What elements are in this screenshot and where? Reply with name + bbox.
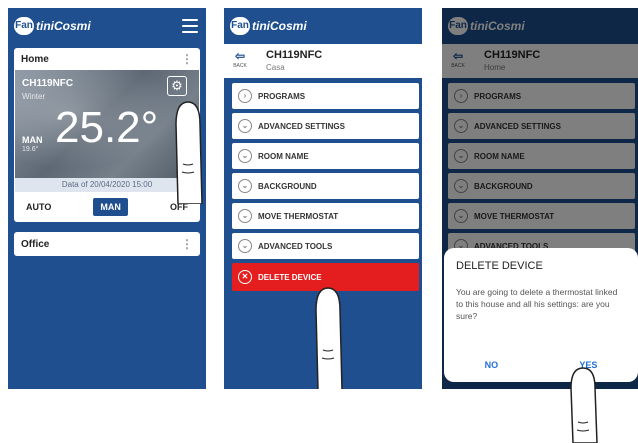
phone-delete-dialog: Fan tiniCosmi ⇦ BACK CH119NFC Home ›PROG… [442, 8, 638, 389]
pointing-hand-icon [315, 287, 343, 389]
delete-confirm-dialog: DELETE DEVICE You are going to delete a … [444, 248, 638, 382]
menu-label: ADVANCED TOOLS [258, 241, 333, 251]
back-icon: ⇦ [234, 49, 246, 63]
app-header: Fan tiniCosmi [224, 8, 422, 44]
logo-badge: Fan [230, 17, 250, 35]
chevron-down-icon: ⌄ [238, 119, 252, 133]
chevron-down-icon: ⌄ [238, 179, 252, 193]
phone-home-screen: Fan tiniCosmi Home ⋮ CH119NFC Winter 25.… [8, 8, 206, 389]
device-header: ⇦ BACK CH119NFC Casa [224, 44, 422, 78]
menu-advanced-tools[interactable]: ⌄ ADVANCED TOOLS [232, 233, 419, 259]
menu-label: BACKGROUND [258, 181, 317, 191]
menu-label: ADVANCED SETTINGS [258, 121, 345, 131]
brand-logo: Fan tiniCosmi [14, 17, 91, 35]
temperature-reading: 25.2° [55, 103, 159, 152]
setpoint-label: 19.6° [22, 146, 39, 153]
app-header: Fan tiniCosmi [8, 8, 206, 44]
dialog-actions: NO YES [444, 360, 638, 370]
chevron-down-icon: ⌄ [238, 209, 252, 223]
card-title: Office [21, 238, 50, 250]
chevron-down-icon: ⌄ [238, 239, 252, 253]
close-icon: ✕ [238, 270, 252, 284]
season-label: Winter [22, 92, 46, 101]
menu-programs[interactable]: › PROGRAMS [232, 83, 419, 109]
pointing-hand-icon [570, 367, 598, 443]
phone-device-menu: Fan tiniCosmi ⇦ BACK CH119NFC Casa › PROG… [224, 8, 422, 389]
device-name: CH119NFC [22, 78, 74, 89]
device-name: CH119NFC [266, 49, 323, 61]
back-button[interactable]: ⇦ BACK [230, 49, 250, 69]
mode-label: MAN [22, 135, 43, 145]
card-title: Home [21, 53, 49, 65]
no-button[interactable]: NO [485, 360, 499, 370]
menu-background[interactable]: ⌄ BACKGROUND [232, 173, 419, 199]
card-header: Home ⋮ [14, 48, 200, 70]
card-header: Office ⋮ [14, 232, 200, 256]
dialog-title: DELETE DEVICE [456, 260, 543, 272]
menu-label: PROGRAMS [258, 91, 306, 101]
gear-icon[interactable]: ⚙ [167, 76, 187, 96]
device-location: Casa [266, 63, 285, 72]
menu-advanced-settings[interactable]: ⌄ ADVANCED SETTINGS [232, 113, 419, 139]
pointing-hand-icon [175, 101, 203, 204]
hamburger-icon[interactable] [182, 19, 198, 33]
chevron-right-icon: › [238, 89, 252, 103]
mode-auto-button[interactable]: AUTO [26, 202, 51, 212]
kebab-menu-icon[interactable]: ⋮ [181, 238, 193, 250]
office-card[interactable]: Office ⋮ [14, 232, 200, 256]
menu-room-name[interactable]: ⌄ ROOM NAME [232, 143, 419, 169]
kebab-menu-icon[interactable]: ⋮ [181, 53, 193, 65]
chevron-down-icon: ⌄ [238, 149, 252, 163]
back-label: BACK [233, 63, 247, 69]
device-menu: ›PROGRAMS ⌄ADVANCED SETTINGS ⌄ROOM NAME … [232, 83, 419, 295]
menu-move-thermostat[interactable]: ⌄ MOVE THERMOSTAT [232, 203, 419, 229]
menu-label: ROOM NAME [258, 151, 309, 161]
logo-text: tiniCosmi [36, 19, 91, 33]
menu-label: MOVE THERMOSTAT [258, 211, 339, 221]
dialog-message: You are going to delete a thermostat lin… [456, 287, 618, 321]
logo-text: tiniCosmi [252, 19, 307, 33]
brand-logo: Fan tiniCosmi [230, 17, 307, 35]
logo-badge: Fan [14, 17, 34, 35]
mode-man-button[interactable]: MAN [93, 198, 128, 216]
